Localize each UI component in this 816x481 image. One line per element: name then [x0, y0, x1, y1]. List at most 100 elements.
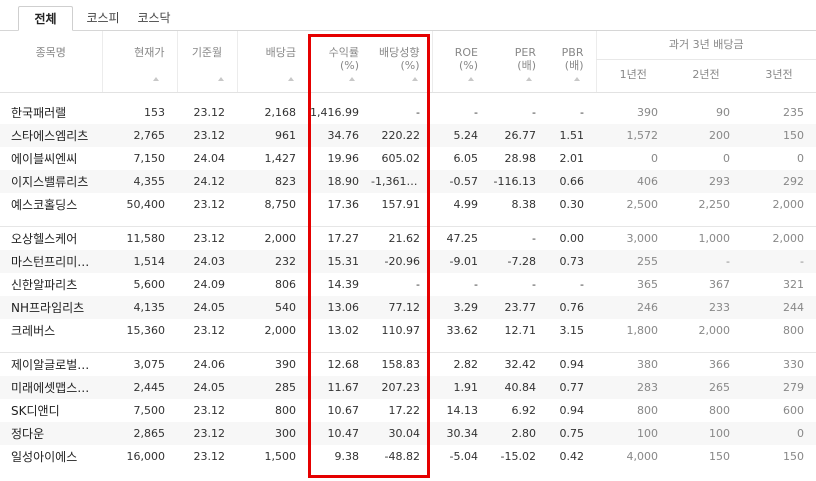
cell-stock-name[interactable]: 제이알글로벌… [0, 353, 102, 377]
cell-dividend: 285 [237, 376, 308, 399]
col-yield-header[interactable]: 수익률 (%) [308, 31, 371, 93]
cell-payout-ratio: 110.97 [381, 324, 421, 337]
cell-stock-name[interactable]: 한국패러랠 [0, 101, 102, 124]
cell-payout-ratio: -48.82 [384, 450, 420, 463]
col-pbr-header[interactable]: PBR (배) [548, 31, 596, 93]
cell-dividend: 8,750 [264, 198, 297, 211]
table-row[interactable]: 크레버스 15,360 23.12 2,000 13.02 110.97 33.62 12.7… [0, 319, 816, 342]
tab-all[interactable]: 전체 [18, 6, 73, 31]
cell-div-2y-ago: 1,000 [698, 232, 731, 245]
table-row[interactable]: 신한알파리츠 5,600 24.09 806 14.39 - - - - 365 367 321 [0, 273, 816, 296]
cell-base-month: 24.06 [193, 358, 226, 371]
cell-pbr: 0.42 [559, 450, 585, 463]
cell-price: 7,500 [133, 404, 166, 417]
table-row[interactable]: 마스턴프리미… 1,514 24.03 232 15.31 -20.96 -9.01 -7.2… [0, 250, 816, 273]
table-row[interactable]: 미래에셋맵스… 2,445 24.05 285 11.67 207.23 1.91 40.84… [0, 376, 816, 399]
table-row[interactable]: NH프라임리츠 4,135 24.05 540 13.06 77.12 3.29 23.77 0… [0, 296, 816, 319]
cell-roe: 3.29 [432, 296, 490, 319]
cell-pbr: 2.01 [559, 152, 585, 165]
cell-div-1y-ago: 100 [596, 422, 670, 445]
market-tabs: 전체 코스피 코스닥 [0, 0, 816, 31]
cell-div-2y-ago: 293 [670, 170, 742, 193]
cell-div-3y-ago: 0 [742, 422, 816, 445]
col-base-month-header[interactable]: 기준월 [176, 31, 237, 93]
table-row[interactable]: 일성아이에스 16,000 23.12 1,500 9.38 -48.82 -5.04 -15… [0, 445, 816, 468]
cell-div-2y-ago: - [670, 250, 742, 273]
table-row[interactable]: 오상헬스케어 11,580 23.12 2,000 17.27 21.62 47.25 - 0.… [0, 227, 816, 251]
table-row[interactable]: 예스코홀딩스 50,400 23.12 8,750 17.36 157.91 4.99 8.3… [0, 193, 816, 216]
tab-kosdaq[interactable]: 코스닥 [130, 6, 178, 31]
cell-pbr: - [580, 278, 584, 291]
col-3y-ago-header[interactable]: 3년전 [742, 60, 816, 93]
cell-dividend: 2,168 [264, 106, 297, 119]
cell-base-month: 23.12 [193, 404, 226, 417]
cell-div-3y-ago: 150 [783, 450, 805, 463]
cell-price: 15,360 [126, 324, 166, 337]
cell-payout-ratio: 157.91 [381, 198, 421, 211]
cell-stock-name[interactable]: 정다운 [0, 422, 102, 445]
cell-stock-name[interactable]: 오상헬스케어 [0, 227, 102, 251]
cell-base-month: 23.12 [193, 324, 226, 337]
cell-base-month: 24.03 [177, 250, 237, 273]
cell-stock-name[interactable]: SK디앤디 [0, 399, 102, 422]
col-price-header[interactable]: 현재가 [101, 31, 177, 93]
cell-div-3y-ago: 800 [783, 324, 805, 337]
cell-dividend: 800 [275, 404, 296, 417]
cell-per: - [532, 106, 536, 119]
cell-stock-name[interactable]: 에이블씨엔씨 [0, 147, 102, 170]
col-1y-ago-header[interactable]: 1년전 [595, 59, 670, 93]
cell-div-1y-ago: 2,500 [626, 198, 659, 211]
cell-pbr: 0.30 [559, 198, 585, 211]
cell-per: 32.42 [504, 358, 537, 371]
cell-pbr: 0.77 [548, 376, 596, 399]
cell-stock-name[interactable]: 이지스밸류리츠 [0, 170, 102, 193]
table-row[interactable]: 이지스밸류리츠 4,355 24.12 823 18.90 -1,361.40 -0.57-… [0, 170, 816, 193]
cell-per: 26.77 [490, 124, 548, 147]
cell-base-month: 23.12 [193, 198, 226, 211]
cell-div-1y-ago: 246 [596, 296, 670, 319]
table-row[interactable]: 스타에스엠리츠 2,765 23.12 961 34.76 220.22 5.24 26.77… [0, 124, 816, 147]
col-roe-header[interactable]: ROE (%) [431, 31, 490, 93]
tab-kospi[interactable]: 코스피 [80, 6, 126, 31]
cell-per: -7.28 [490, 250, 548, 273]
cell-div-2y-ago: 90 [716, 106, 730, 119]
cell-stock-name[interactable]: 스타에스엠리츠 [0, 124, 102, 147]
cell-div-1y-ago: 800 [637, 404, 658, 417]
cell-stock-name[interactable]: 일성아이에스 [0, 445, 102, 468]
col-per-header[interactable]: PER (배) [490, 31, 548, 93]
cell-base-month: 23.12 [193, 106, 226, 119]
table-row[interactable]: 한국패러랠 153 23.12 2,168 1,416.99 - - - - 390 90 235 [0, 101, 816, 124]
group-spacer [0, 92, 816, 101]
history-group-header: 과거 3년 배당금 [595, 31, 816, 60]
cell-dividend: 2,000 [264, 232, 297, 245]
cell-roe: -0.57 [432, 170, 490, 193]
cell-stock-name[interactable]: 예스코홀딩스 [0, 193, 102, 216]
table-row[interactable]: SK디앤디 7,500 23.12 800 10.67 17.22 14.13 6.92 0.9… [0, 399, 816, 422]
cell-dividend: 1,427 [264, 152, 297, 165]
table-row[interactable]: 에이블씨엔씨 7,150 24.04 1,427 19.96 605.02 6.05 28.9… [0, 147, 816, 170]
col-payout-header[interactable]: 배당성향 (%) [371, 31, 432, 93]
cell-stock-name[interactable]: 미래에셋맵스… [0, 376, 102, 399]
cell-yield: 10.67 [327, 404, 360, 417]
cell-base-month: 24.09 [193, 278, 226, 291]
col-2y-ago-header[interactable]: 2년전 [670, 60, 742, 93]
cell-payout-ratio: 30.04 [371, 422, 432, 445]
cell-div-1y-ago: 283 [596, 376, 670, 399]
cell-roe: 5.24 [432, 124, 490, 147]
cell-roe: - [474, 106, 478, 119]
cell-stock-name[interactable]: NH프라임리츠 [0, 296, 102, 319]
col-name-header[interactable]: 종목명 [0, 31, 102, 93]
table-row[interactable]: 정다운 2,865 23.12 300 10.47 30.04 30.34 2.80 0.75 1… [0, 422, 816, 445]
cell-stock-name[interactable]: 크레버스 [0, 319, 102, 342]
cell-price: 7,150 [133, 152, 166, 165]
cell-stock-name[interactable]: 신한알파리츠 [0, 273, 102, 296]
cell-pbr: 0.75 [548, 422, 596, 445]
sort-arrow-icon [468, 77, 474, 81]
table-row[interactable]: 제이알글로벌… 3,075 24.06 390 12.68 158.83 2.82 32.42… [0, 353, 816, 377]
cell-yield: 11.67 [308, 376, 371, 399]
cell-div-2y-ago: 150 [709, 450, 730, 463]
cell-stock-name[interactable]: 마스턴프리미… [0, 250, 102, 273]
cell-base-month: 23.12 [193, 232, 226, 245]
cell-base-month: 23.12 [177, 422, 237, 445]
col-dividend-header[interactable]: 배당금 [236, 31, 308, 93]
